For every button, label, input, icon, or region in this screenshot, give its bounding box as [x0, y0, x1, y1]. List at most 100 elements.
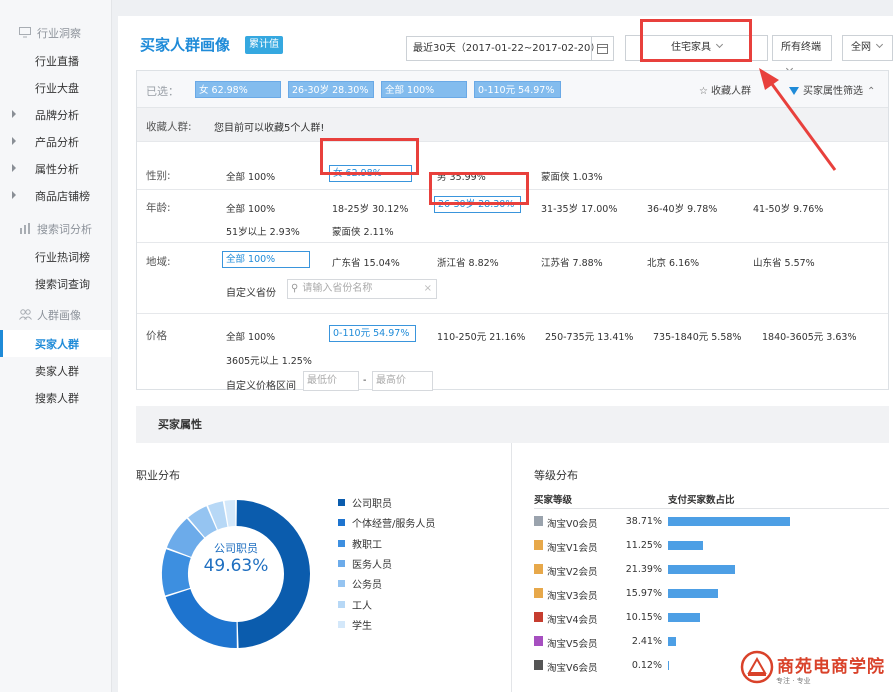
age-option-41-50[interactable]: 41-50岁 9.76%: [753, 201, 823, 215]
legend-item[interactable]: 学生: [338, 617, 372, 632]
region-option-zhejiang[interactable]: 浙江省 8.82%: [437, 255, 499, 269]
level-bar: [668, 541, 704, 550]
price-row: 价格 全部 100% 0-110元 54.97% 110-250元 21.16%…: [137, 314, 888, 392]
price-option-110-250[interactable]: 110-250元 21.16%: [437, 329, 525, 343]
sidebar-item-industry-live[interactable]: 行业直播: [0, 47, 111, 74]
member-level-icon: [534, 588, 543, 598]
category-select[interactable]: 住宅家具: [625, 35, 768, 61]
occupation-title: 职业分布: [136, 469, 180, 482]
sidebar-item-label: 买家人群: [35, 337, 79, 351]
caret-right-icon: [12, 110, 16, 118]
sidebar-item-searcher-crowd[interactable]: 搜索人群: [0, 384, 111, 411]
sidebar-item-product-analysis[interactable]: 产品分析: [0, 128, 111, 155]
sidebar-item-label: 行业直播: [35, 54, 79, 68]
province-search-input[interactable]: ⚲ 请输入省份名称 ×: [287, 279, 437, 299]
price-min-input[interactable]: 最低价: [303, 371, 359, 391]
gender-option-all[interactable]: 全部 100%: [226, 169, 275, 183]
watermark-logo: [740, 650, 774, 684]
legend-item[interactable]: 个体经营/服务人员: [338, 515, 435, 530]
age-option-51-plus[interactable]: 51岁以上 2.93%: [226, 224, 300, 238]
legend-swatch: [338, 580, 345, 588]
chosen-chip-region[interactable]: 全部 100%: [381, 81, 467, 98]
member-level-icon: [534, 660, 543, 670]
age-option-26-30[interactable]: 26-30岁 28.30%: [434, 196, 521, 213]
region-option-jiangsu[interactable]: 江苏省 7.88%: [541, 255, 603, 269]
price-option-1840-3605[interactable]: 1840-3605元 3.63%: [762, 329, 856, 343]
donut-slice-2[interactable]: [162, 549, 191, 596]
gender-label: 性别:: [146, 170, 171, 182]
chart-bars-icon: [18, 223, 32, 235]
price-option-all[interactable]: 全部 100%: [226, 329, 275, 343]
sidebar-item-buyer-crowd[interactable]: 买家人群: [0, 330, 111, 357]
price-option-250-735[interactable]: 250-735元 13.41%: [545, 329, 633, 343]
chosen-chip-age[interactable]: 26-30岁 28.30%: [288, 81, 374, 98]
legend-swatch: [338, 499, 345, 506]
age-option-masked[interactable]: 蒙面侠 2.11%: [332, 224, 394, 238]
level-title: 等级分布: [534, 469, 578, 482]
gender-option-male[interactable]: 男 35.99%: [437, 169, 486, 183]
chosen-chip-price[interactable]: 0-110元 54.97%: [474, 81, 561, 98]
chosen-chip-gender[interactable]: 女 62.98%: [195, 81, 281, 98]
favorite-crowd-button[interactable]: ☆ 收藏人群: [699, 82, 751, 97]
price-option-735-1840[interactable]: 735-1840元 5.58%: [653, 329, 741, 343]
network-select[interactable]: 全网: [842, 35, 893, 61]
member-level-icon: [534, 612, 543, 622]
sidebar-item-seller-crowd[interactable]: 卖家人群: [0, 357, 111, 384]
calendar-button[interactable]: [591, 36, 614, 61]
sidebar-item-brand-analysis[interactable]: 品牌分析: [0, 101, 111, 128]
level-col-header-level: 买家等级: [534, 495, 573, 506]
region-option-guangdong[interactable]: 广东省 15.04%: [332, 255, 400, 269]
region-option-beijing[interactable]: 北京 6.16%: [647, 255, 699, 269]
custom-province-label: 自定义省份: [226, 288, 276, 299]
price-option-0-110[interactable]: 0-110元 54.97%: [329, 325, 416, 342]
price-max-input[interactable]: 最高价: [372, 371, 433, 391]
sidebar-item-label: 搜索人群: [35, 391, 79, 405]
age-label: 年龄:: [146, 202, 171, 214]
legend-label: 教职工: [352, 539, 382, 551]
donut-center-label: 公司职员: [214, 542, 258, 555]
price-option-3605-plus[interactable]: 3605元以上 1.25%: [226, 353, 312, 367]
sidebar-item-hot-words[interactable]: 行业热词榜: [0, 243, 111, 270]
gender-option-masked[interactable]: 蒙面侠 1.03%: [541, 169, 603, 183]
gender-option-female[interactable]: 女 62.98%: [329, 165, 412, 182]
sidebar-group-label: 人群画像: [37, 308, 81, 322]
legend-item[interactable]: 教职工: [338, 536, 382, 551]
legend-swatch: [338, 519, 345, 527]
age-option-36-40[interactable]: 36-40岁 9.78%: [647, 201, 717, 215]
date-range-picker[interactable]: 最近30天（2017-01-22~2017-02-20）: [406, 36, 614, 61]
region-row: 地域: 全部 100% 广东省 15.04% 浙江省 8.82% 江苏省 7.8…: [137, 243, 888, 314]
legend-item[interactable]: 公司职员: [338, 495, 392, 510]
sidebar-item-industry-overview[interactable]: 行业大盘: [0, 74, 111, 101]
sidebar-item-word-query[interactable]: 搜索词查询: [0, 270, 111, 297]
sidebar-item-attribute-analysis[interactable]: 属性分析: [0, 155, 111, 182]
legend-item[interactable]: 工人: [338, 597, 372, 612]
category-select-value: 住宅家具: [671, 42, 711, 53]
sidebar-item-label: 行业热词榜: [35, 250, 90, 264]
custom-price-label: 自定义价格区间: [226, 381, 296, 392]
donut-center-value: 49.63%: [203, 556, 269, 576]
age-option-18-25[interactable]: 18-25岁 30.12%: [332, 201, 408, 215]
legend-item[interactable]: 公务员: [338, 576, 382, 591]
donut-slice-1[interactable]: [165, 589, 237, 648]
terminal-select[interactable]: 所有终端: [772, 35, 832, 73]
age-option-31-35[interactable]: 31-35岁 17.00%: [541, 201, 617, 215]
legend-item[interactable]: 医务人员: [338, 556, 392, 571]
level-header-rule: [534, 508, 889, 509]
region-option-shandong[interactable]: 山东省 5.57%: [753, 255, 815, 269]
region-option-all[interactable]: 全部 100%: [222, 251, 310, 268]
age-option-all[interactable]: 全部 100%: [226, 201, 275, 215]
legend-swatch: [338, 559, 345, 567]
region-label: 地域:: [146, 256, 171, 268]
level-name: 淘宝V4会员: [547, 615, 598, 626]
level-name: 淘宝V3会员: [547, 591, 598, 602]
clear-icon[interactable]: ×: [424, 280, 432, 298]
sidebar-group-label: 行业洞察: [37, 26, 81, 40]
sidebar-item-shop-ranking[interactable]: 商品店铺榜: [0, 182, 111, 209]
level-percent: 15.97%: [625, 588, 662, 599]
sidebar-item-label: 商品店铺榜: [35, 189, 90, 203]
search-icon: ⚲: [291, 283, 299, 294]
legend-swatch: [338, 620, 345, 628]
level-name: 淘宝V1会员: [547, 543, 598, 554]
level-row: 淘宝V0会员 38.71%: [534, 514, 889, 530]
level-row: 淘宝V1会员 11.25%: [534, 538, 889, 554]
